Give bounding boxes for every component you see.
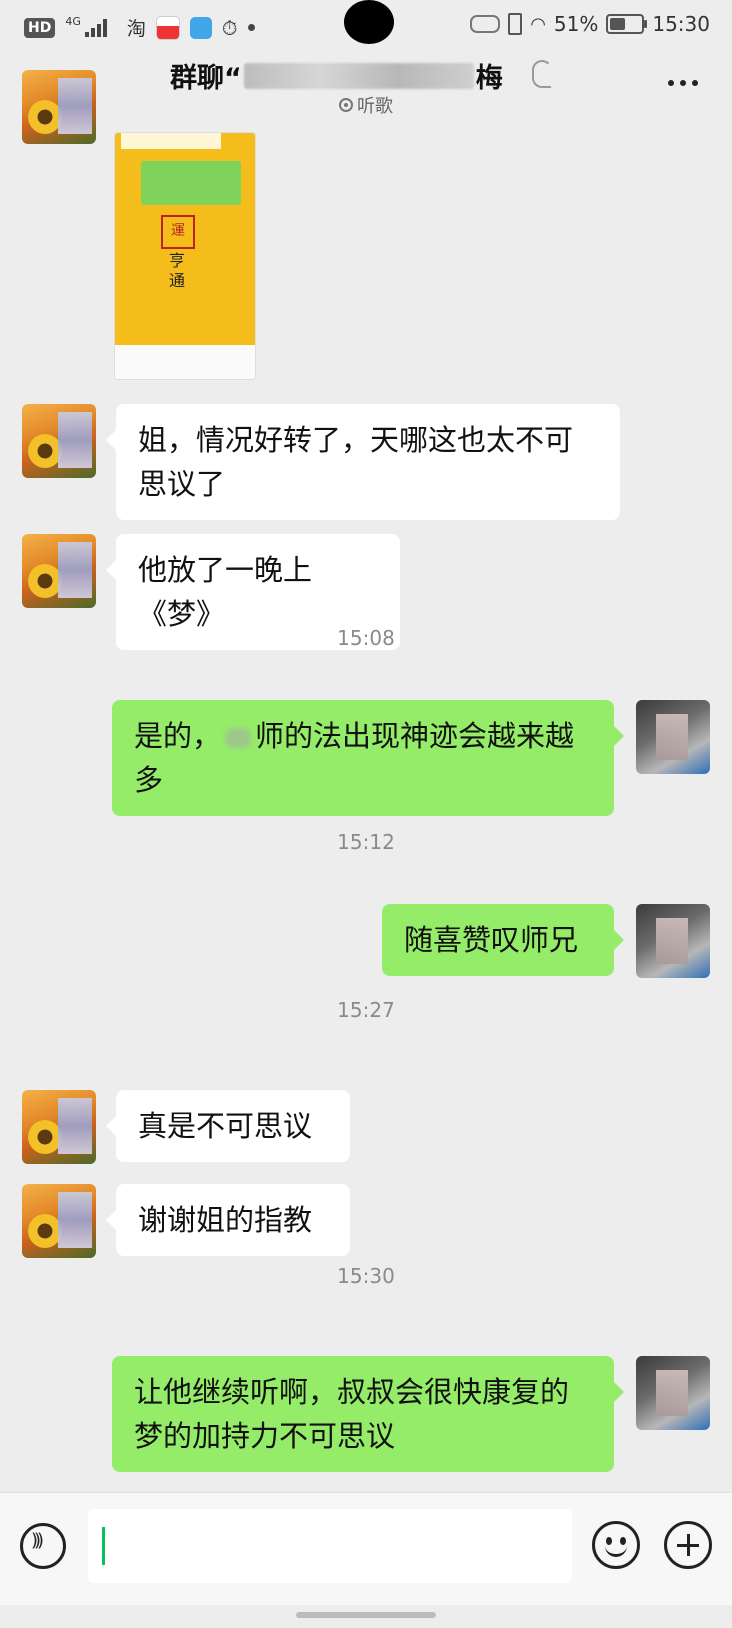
my-avatar[interactable] — [636, 1356, 710, 1430]
home-indicator[interactable] — [296, 1612, 436, 1618]
chat-header: 群聊“ 梅 听歌 — [0, 56, 732, 132]
chat-title-suffix: 梅 — [475, 63, 503, 94]
emoji-button[interactable] — [592, 1521, 640, 1569]
more-notifications-icon — [247, 24, 255, 31]
signal-icon — [84, 18, 107, 37]
ear-icon — [532, 60, 552, 88]
sender-avatar[interactable] — [22, 1184, 96, 1258]
nfc-icon — [470, 15, 501, 33]
network-type: 4G — [65, 15, 81, 28]
redacted-name — [243, 62, 474, 89]
message-input[interactable] — [88, 1509, 572, 1583]
chat-title: 群聊“ 梅 — [170, 56, 503, 95]
message-bubble[interactable]: 随喜赞叹师兄 — [382, 904, 624, 976]
message-bubble[interactable]: 让他继续听啊，叔叔会很快康复的梦的加持力不可思议 — [112, 1356, 624, 1472]
message-text: 随喜赞叹师兄 — [404, 923, 579, 957]
sender-avatar[interactable] — [22, 404, 96, 478]
timestamp: 15:12 — [337, 830, 395, 854]
message-list[interactable]: 運 亨 通 姐，情况好转了，天哪这也太不可思议了 他放了一晚上《梦》 15:08… — [0, 70, 732, 1492]
chat-title-prefix: 群聊“ — [170, 63, 242, 94]
image-message[interactable]: 運 亨 通 — [114, 132, 256, 380]
redacted-name — [225, 728, 252, 748]
music-icon — [339, 98, 353, 112]
message-text: 让他继续听啊，叔叔会很快康复的梦的加持力不可思议 — [134, 1375, 570, 1453]
timestamp: 15:27 — [337, 998, 395, 1022]
hd-badge: HD — [24, 17, 56, 38]
message-bubble[interactable]: 真是不可思议 — [106, 1090, 350, 1162]
timer-icon: ⏱ — [221, 15, 238, 40]
battery-percent: 51% — [553, 12, 599, 36]
message-text: 姐，情况好转了，天哪这也太不可思议了 — [138, 423, 574, 501]
more-button[interactable] — [668, 80, 698, 86]
image-text: 亨 通 — [169, 251, 186, 290]
clock: 15:30 — [652, 12, 710, 36]
listening-status[interactable]: 听歌 — [339, 92, 393, 118]
camera-cutout — [344, 0, 394, 44]
message-text-part: 是的， — [134, 719, 222, 753]
timestamp: 15:30 — [337, 1264, 395, 1288]
message-text: 他放了一晚上《梦》 — [138, 553, 313, 631]
taobao-icon: 淘 — [126, 18, 146, 40]
message-text: 谢谢姐的指教 — [138, 1203, 313, 1237]
message-bubble[interactable]: 姐，情况好转了，天哪这也太不可思议了 — [106, 404, 620, 520]
weather-icon — [189, 16, 212, 39]
message-text: 真是不可思议 — [138, 1109, 313, 1143]
image-content: 運 亨 通 — [115, 133, 255, 345]
sender-avatar[interactable] — [22, 534, 96, 608]
message-bubble[interactable]: 谢谢姐的指教 — [106, 1184, 350, 1256]
wifi-icon: ◠ — [530, 13, 546, 35]
message-bubble[interactable]: 是的， 师的法出现神迹会越来越多 — [112, 700, 624, 816]
more-actions-button[interactable] — [664, 1521, 712, 1569]
my-avatar[interactable] — [636, 904, 710, 978]
status-bar: HD 4G 淘 ⏱ ◠ 51% 15:30 — [0, 0, 732, 56]
input-bar — [0, 1492, 732, 1605]
voice-input-button[interactable] — [20, 1523, 66, 1569]
battery-icon — [606, 14, 648, 34]
timestamp: 15:08 — [337, 626, 395, 650]
sender-avatar[interactable] — [22, 1090, 96, 1164]
vibrate-icon — [508, 13, 523, 35]
image-stamp: 運 — [161, 215, 195, 249]
text-caret — [102, 1527, 105, 1565]
sender-avatar[interactable] — [22, 70, 96, 144]
listening-label: 听歌 — [357, 96, 393, 117]
app-notification-icon — [155, 15, 180, 40]
my-avatar[interactable] — [636, 700, 710, 774]
